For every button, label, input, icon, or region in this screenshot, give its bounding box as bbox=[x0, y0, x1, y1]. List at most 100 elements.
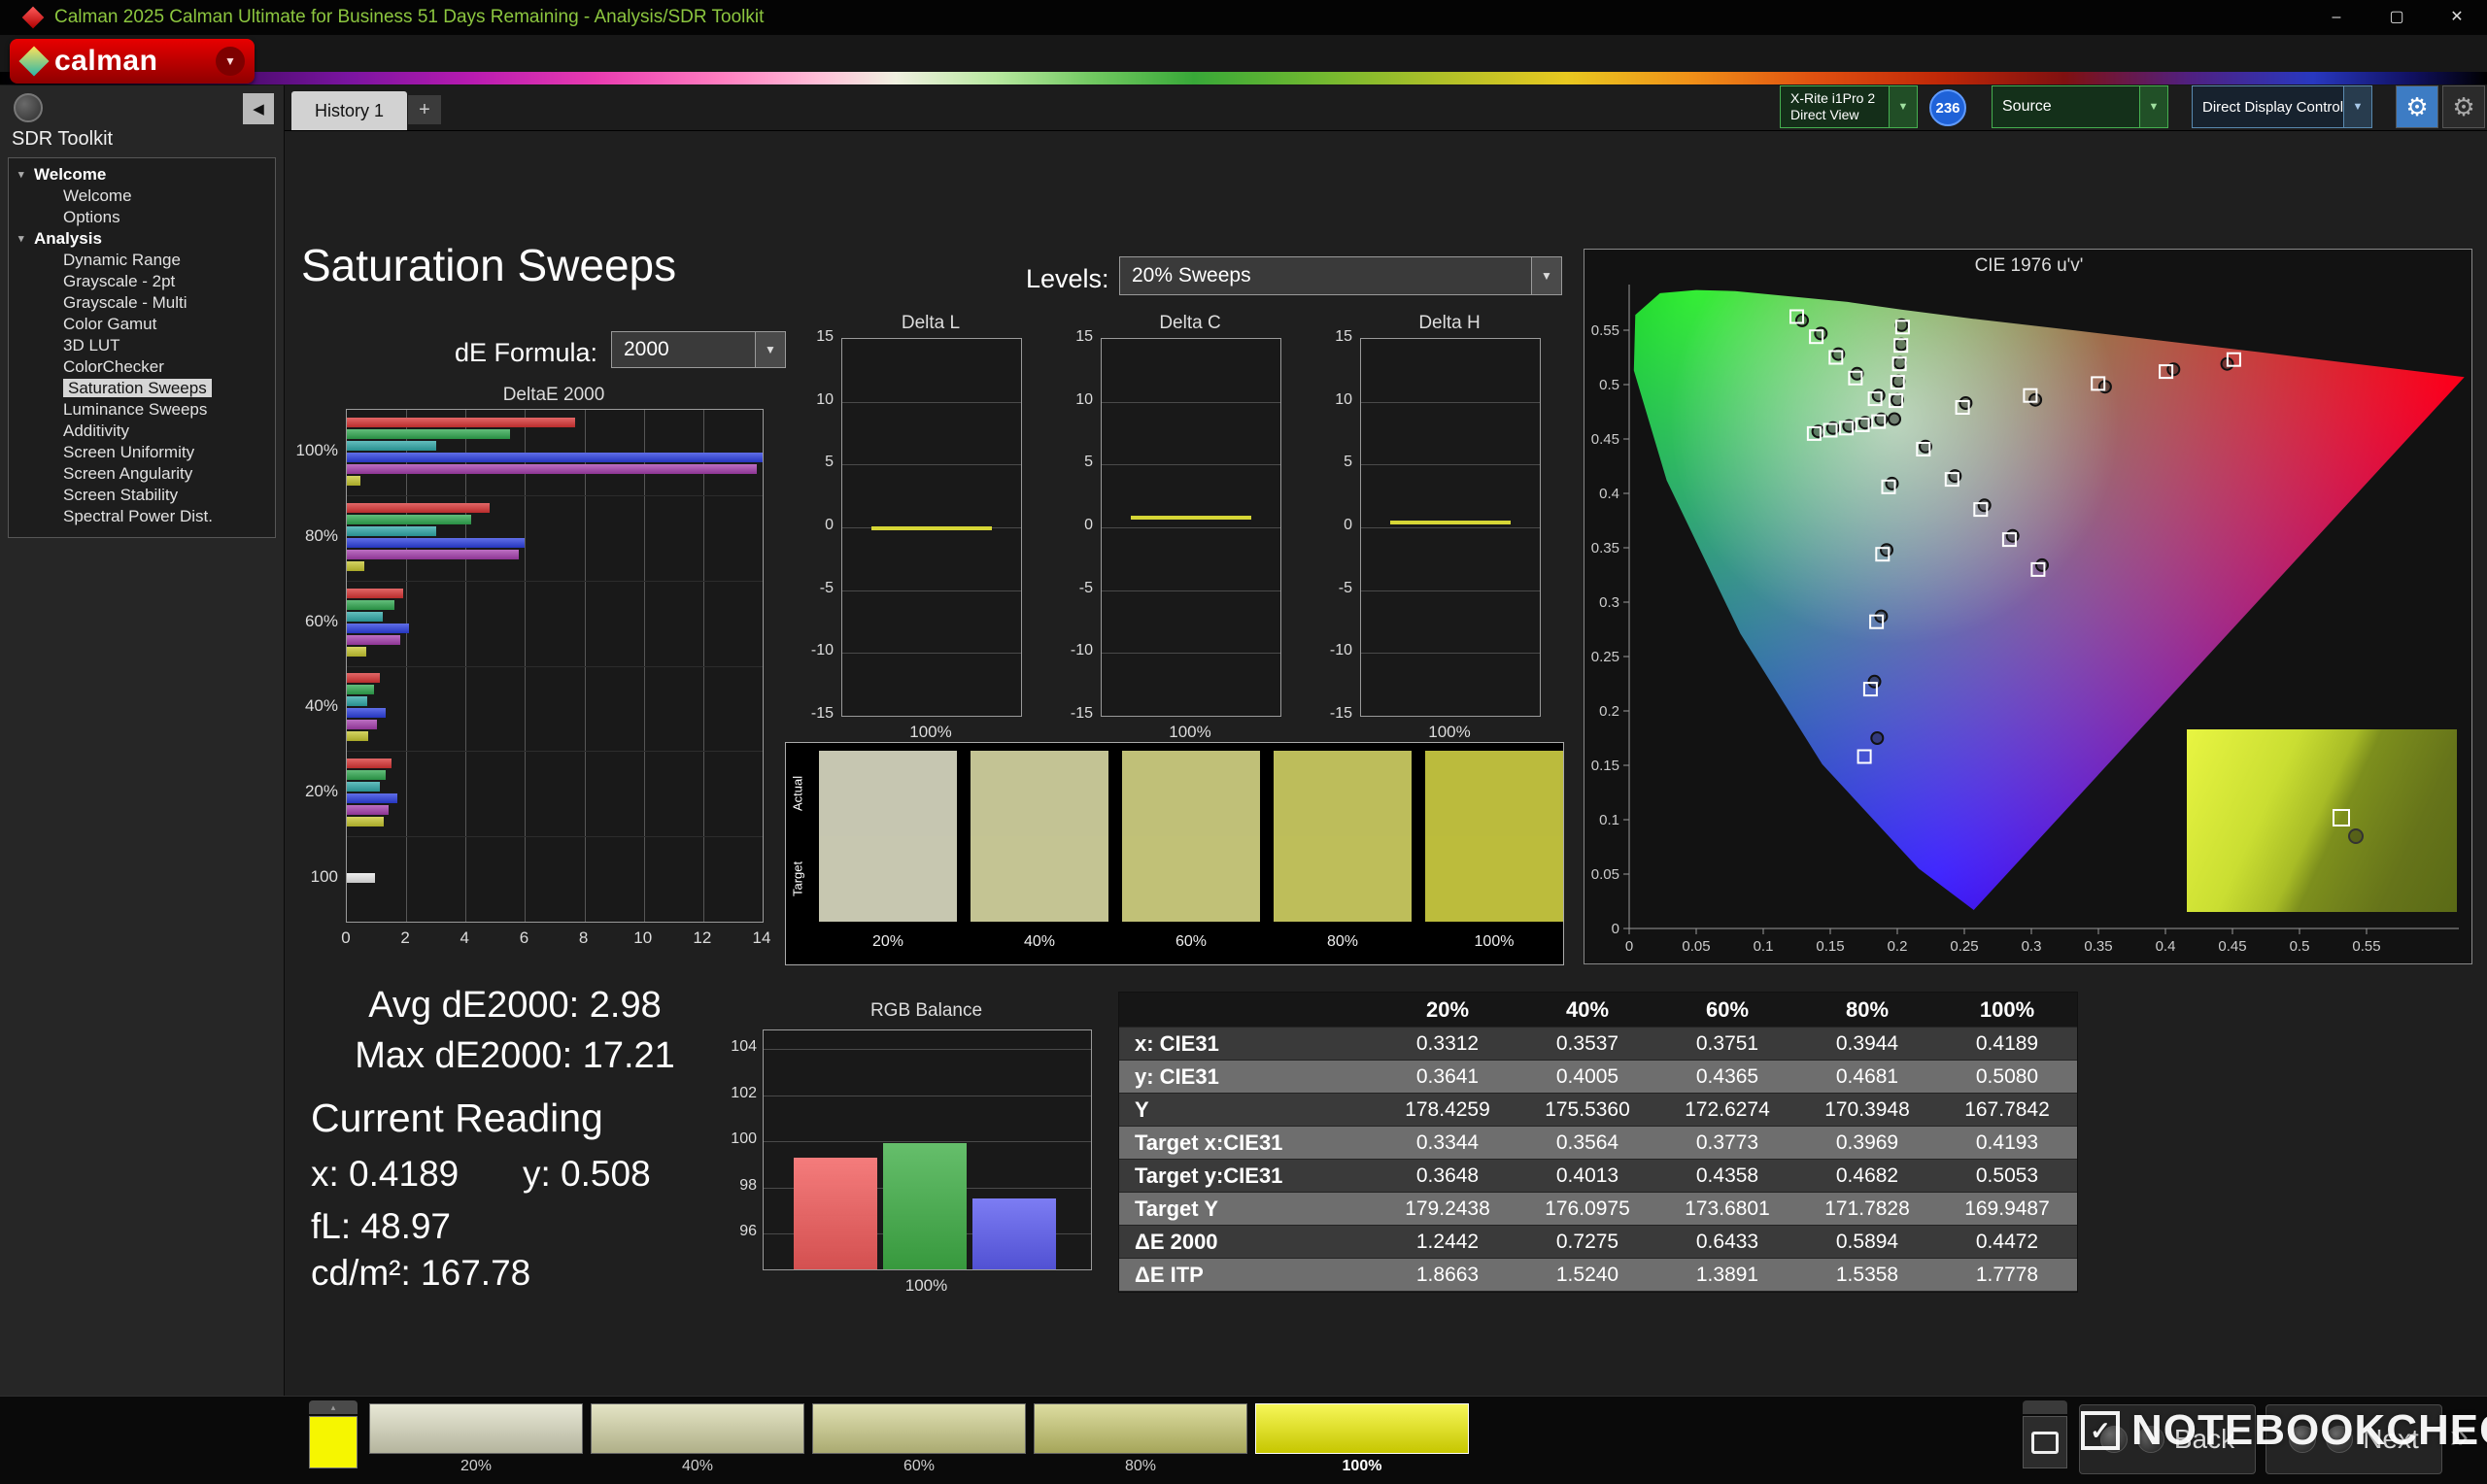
deltae-bar bbox=[347, 514, 472, 524]
patch-button-40[interactable]: 40% bbox=[591, 1403, 804, 1475]
table-header-row: 20% 40% 60% 80% 100% bbox=[1119, 993, 2077, 1028]
deltae-bar bbox=[347, 634, 401, 645]
deltae-bar bbox=[347, 475, 360, 486]
patch-button-60[interactable]: 60% bbox=[812, 1403, 1026, 1475]
sidebar-item-additivity[interactable]: Additivity bbox=[9, 421, 275, 442]
rgb-balance-plot-area bbox=[763, 1029, 1092, 1270]
settings-gear-button[interactable]: ⚙ bbox=[2396, 85, 2438, 128]
sidebar-item-spectral-power-dist[interactable]: Spectral Power Dist. bbox=[9, 506, 275, 527]
table-cell: 1.5240 bbox=[1517, 1259, 1657, 1292]
table-cell: 1.5358 bbox=[1797, 1259, 1937, 1292]
sidebar-item-colorchecker[interactable]: ColorChecker bbox=[9, 356, 275, 378]
measured-marker-icon bbox=[2348, 828, 2364, 844]
patch-label: 80% bbox=[1124, 1458, 1157, 1474]
delta-h-chart: Delta H 100% 15 10 5 0 -5 -10 -15 bbox=[1296, 309, 1556, 742]
cie-y-tick: 0.4 bbox=[1599, 486, 1619, 502]
panel-grip[interactable] bbox=[2023, 1400, 2067, 1414]
deltae-bar bbox=[347, 720, 377, 730]
source-dropdown[interactable]: Source ▼ bbox=[1992, 85, 2168, 128]
meter-name: X-Rite i1Pro 2 bbox=[1790, 90, 1876, 106]
sidebar-item-screen-stability[interactable]: Screen Stability bbox=[9, 485, 275, 506]
chevron-down-icon[interactable]: ▼ bbox=[2139, 86, 2167, 127]
sidebar-item-color-gamut[interactable]: Color Gamut bbox=[9, 314, 275, 335]
deltae-bar bbox=[347, 708, 386, 719]
current-y: y: 0.508 bbox=[523, 1154, 651, 1194]
table-cell: y: CIE31 bbox=[1119, 1061, 1378, 1094]
sidebar-item-3d-lut[interactable]: 3D LUT bbox=[9, 335, 275, 356]
patch-button-20[interactable]: 20% bbox=[369, 1403, 583, 1475]
levels-dropdown[interactable]: 20% Sweeps ▼ bbox=[1119, 256, 1562, 295]
sidebar-item-dynamic-range[interactable]: Dynamic Range bbox=[9, 250, 275, 271]
rgb-balance-xlabel: 100% bbox=[904, 1276, 948, 1295]
sidebar-item-saturation-sweeps[interactable]: Saturation Sweeps bbox=[9, 378, 275, 399]
sidebar-item-screen-uniformity[interactable]: Screen Uniformity bbox=[9, 442, 275, 463]
table-cell: 178.4259 bbox=[1378, 1094, 1517, 1127]
deltae-bar bbox=[347, 770, 386, 781]
y-tick-label: 104 bbox=[731, 1038, 757, 1055]
table-cell: x: CIE31 bbox=[1119, 1028, 1378, 1061]
close-button[interactable]: ✕ bbox=[2427, 0, 2487, 35]
table-cell: 173.6801 bbox=[1657, 1193, 1797, 1226]
tab-history-1[interactable]: History 1 bbox=[291, 91, 408, 130]
delta-value-line bbox=[1131, 515, 1251, 520]
minimize-button[interactable]: – bbox=[2306, 0, 2367, 35]
actual-target-swatch-strip: Actual Target 20% 40% 60% 80% 100% bbox=[785, 742, 1564, 965]
pattern-window-grip[interactable]: ▴ bbox=[309, 1400, 358, 1414]
add-tab-button[interactable]: + bbox=[408, 95, 441, 124]
sidebar-item-welcome[interactable]: Welcome bbox=[9, 186, 275, 207]
current-fl: fL: 48.97 bbox=[311, 1206, 452, 1246]
gridline bbox=[1102, 590, 1280, 591]
chevron-down-icon[interactable]: ▼ bbox=[2343, 86, 2371, 127]
chevron-down-icon[interactable]: ▼ bbox=[216, 47, 245, 76]
workflow-gear-button[interactable]: ⚙ bbox=[2442, 85, 2485, 128]
calman-menu-button[interactable]: calman ▼ bbox=[10, 39, 255, 84]
sidebar-collapse-button[interactable]: ◀ bbox=[243, 93, 274, 124]
sidebar-menu-button[interactable] bbox=[14, 93, 43, 122]
table-cell: 169.9487 bbox=[1937, 1193, 2077, 1226]
x-tick-label: 8 bbox=[578, 928, 589, 947]
sidebar: ◀ SDR Toolkit ▾ Welcome Welcome Options ▾ Ana… bbox=[0, 85, 285, 1396]
measured-point bbox=[1871, 388, 1886, 403]
cie-x-tick: 0.4 bbox=[2156, 938, 2176, 955]
sidebar-item-grayscale-multi[interactable]: Grayscale - Multi bbox=[9, 292, 275, 314]
y-category-label: 100% bbox=[295, 440, 338, 459]
sidebar-item-grayscale-2pt[interactable]: Grayscale - 2pt bbox=[9, 271, 275, 292]
chevron-down-icon[interactable]: ▼ bbox=[1531, 257, 1561, 294]
swatch-level-label: 100% bbox=[1474, 933, 1515, 950]
table-cell: 1.7778 bbox=[1937, 1259, 2077, 1292]
table-header-cell: 20% bbox=[1378, 993, 1517, 1028]
table-cell: ΔE ITP bbox=[1119, 1259, 1378, 1292]
next-button[interactable]: Next bbox=[2266, 1404, 2442, 1474]
current-patch-button[interactable] bbox=[309, 1416, 358, 1468]
y-tick-label: -15 bbox=[1070, 705, 1093, 722]
patch-button-80[interactable]: 80% bbox=[1034, 1403, 1247, 1475]
y-tick-label: 98 bbox=[739, 1176, 757, 1194]
measured-point bbox=[1891, 374, 1906, 388]
tree-group-analysis[interactable]: ▾ Analysis bbox=[9, 228, 275, 250]
patch-button-100[interactable]: 100% bbox=[1255, 1403, 1469, 1475]
back-button[interactable]: Back bbox=[2079, 1404, 2256, 1474]
deltae-plot-area bbox=[346, 409, 764, 923]
cie-x-tick: 0.55 bbox=[2352, 938, 2380, 955]
table-cell: 0.3312 bbox=[1378, 1028, 1517, 1061]
gridline bbox=[842, 590, 1021, 591]
maximize-button[interactable]: ▢ bbox=[2367, 0, 2427, 35]
tree-group-welcome[interactable]: ▾ Welcome bbox=[9, 164, 275, 186]
delta-value-line bbox=[1390, 520, 1511, 524]
y-tick-label: 15 bbox=[1335, 328, 1352, 345]
spectrum-strip bbox=[0, 72, 2487, 84]
meter-count-badge: 236 bbox=[1929, 89, 1966, 126]
advance-chevron-icon[interactable]: » bbox=[2450, 1418, 2469, 1456]
sidebar-item-options[interactable]: Options bbox=[9, 207, 275, 228]
sidebar-item-screen-angularity[interactable]: Screen Angularity bbox=[9, 463, 275, 485]
workflow-tree: ▾ Welcome Welcome Options ▾ Analysis Dynamic R… bbox=[8, 157, 276, 538]
cie-x-tick: 0 bbox=[1625, 938, 1633, 955]
meter-dropdown[interactable]: X-Rite i1Pro 2 Direct View ▼ bbox=[1780, 85, 1918, 128]
pattern-window-button[interactable] bbox=[2023, 1416, 2067, 1468]
sidebar-item-luminance-sweeps[interactable]: Luminance Sweeps bbox=[9, 399, 275, 421]
de-formula-dropdown[interactable]: 2000 ▼ bbox=[611, 331, 786, 368]
chevron-down-icon[interactable]: ▼ bbox=[1889, 86, 1917, 127]
group-separator bbox=[347, 751, 763, 753]
display-control-dropdown[interactable]: Direct Display Control ▼ bbox=[2192, 85, 2372, 128]
y-tick-label: 5 bbox=[1344, 454, 1352, 471]
